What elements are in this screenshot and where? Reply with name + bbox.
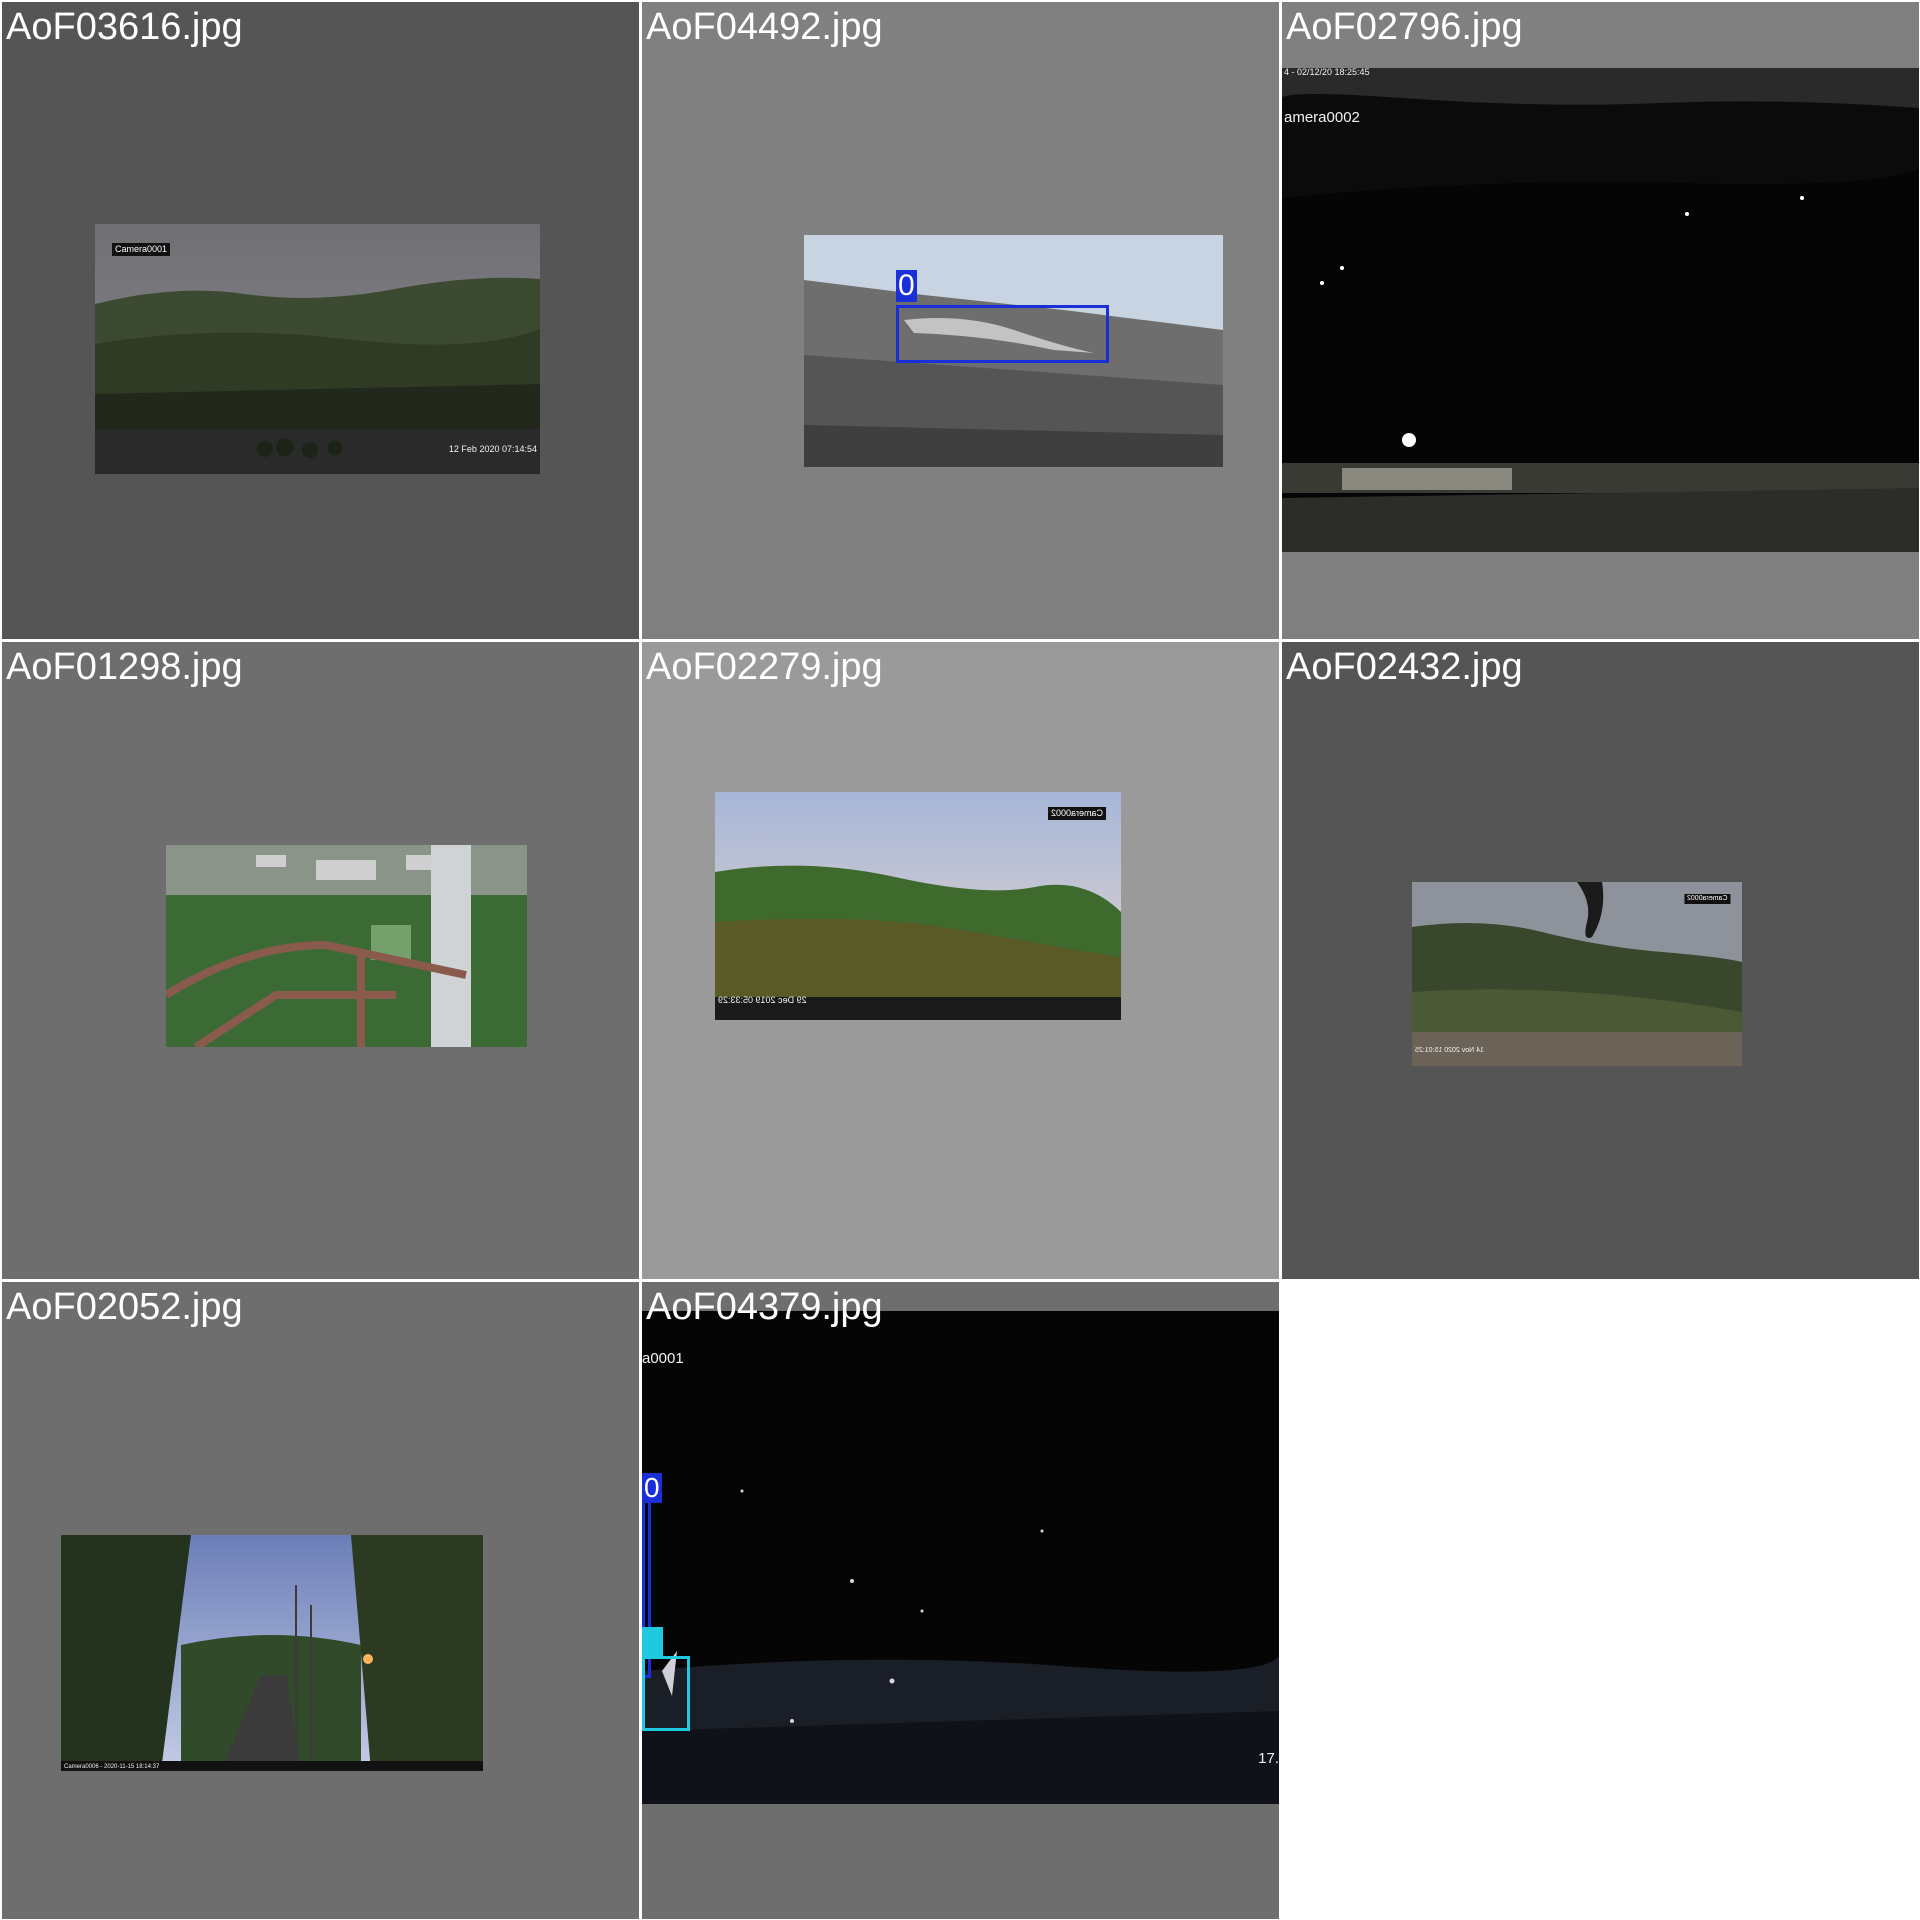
detection-tag-secondary: [642, 1627, 663, 1657]
timestamp-label: 29 Dec 2019 05:33:29: [718, 995, 807, 1005]
tile-aof04492: AoF04492.jpg 0: [642, 2, 1279, 639]
timestamp-label: 4 - 02/12/20 18:25:45: [1284, 68, 1370, 77]
detection-class-label: 0: [642, 1472, 662, 1503]
detection-box-secondary: [642, 1656, 690, 1731]
tile-aof01298: AoF01298.jpg: [2, 642, 639, 1279]
tile-aof04379: AoF04379.jpg a0001 17. 0: [642, 1282, 1279, 1919]
tile-aof02432: AoF02432.jpg Camera0002 14 Nov 2020 15:0…: [1282, 642, 1919, 1279]
camera-image: 0: [804, 235, 1223, 467]
tile-aof02052: AoF02052.jpg Camera0006 - 2020-11-15 18:…: [2, 1282, 639, 1919]
detection-class-label: 0: [896, 269, 917, 302]
camera-label: a0001: [642, 1350, 684, 1367]
tile-filename: AoF02052.jpg: [6, 1286, 243, 1328]
tile-filename: AoF02279.jpg: [646, 646, 883, 688]
camera-label: amera0002: [1284, 109, 1360, 126]
camera-image: Camera0002 14 Nov 2020 15:01:25: [1412, 882, 1742, 1066]
camera-label: Camera0001: [112, 243, 171, 256]
tile-filename: AoF01298.jpg: [6, 646, 243, 688]
camera-label: Camera0002: [1683, 894, 1730, 905]
timestamp-label: 14 Nov 2020 15:01:25: [1415, 1047, 1484, 1054]
tile-aof03616: AoF03616.jpg Camera0001 12 Feb 2020 07:1…: [2, 2, 639, 639]
camera-image: Camera0001 12 Feb 2020 07:14:54: [95, 224, 540, 474]
timestamp-label: 12 Feb 2020 07:14:54: [448, 444, 537, 454]
camera-image: Camera0002 29 Dec 2019 05:33:29: [715, 792, 1121, 1020]
camera-image: 4 - 02/12/20 18:25:45 amera0002: [1282, 68, 1919, 552]
tile-aof02796: AoF02796.jpg 4 - 02/12/20 18:25:45 amera…: [1282, 2, 1919, 639]
camera-image: [166, 845, 527, 1047]
tile-filename: AoF04492.jpg: [646, 6, 883, 48]
empty-cell: [1282, 1282, 1919, 1919]
tile-filename: AoF04379.jpg: [646, 1286, 883, 1328]
detection-box: [896, 305, 1109, 363]
camera-label: Camera0006 - 2020-11-15 18:14:37: [64, 1764, 160, 1770]
tile-filename: AoF03616.jpg: [6, 6, 243, 48]
timestamp-label: 17.: [1258, 1750, 1279, 1767]
camera-label: Camera0002: [1047, 807, 1106, 820]
tile-aof02279: AoF02279.jpg Camera0002 29 Dec 2019 05:3…: [642, 642, 1279, 1279]
tile-filename: AoF02796.jpg: [1286, 6, 1523, 48]
tile-filename: AoF02432.jpg: [1286, 646, 1523, 688]
camera-image: a0001 17. 0: [642, 1311, 1279, 1804]
camera-image: Camera0006 - 2020-11-15 18:14:37: [61, 1535, 483, 1771]
